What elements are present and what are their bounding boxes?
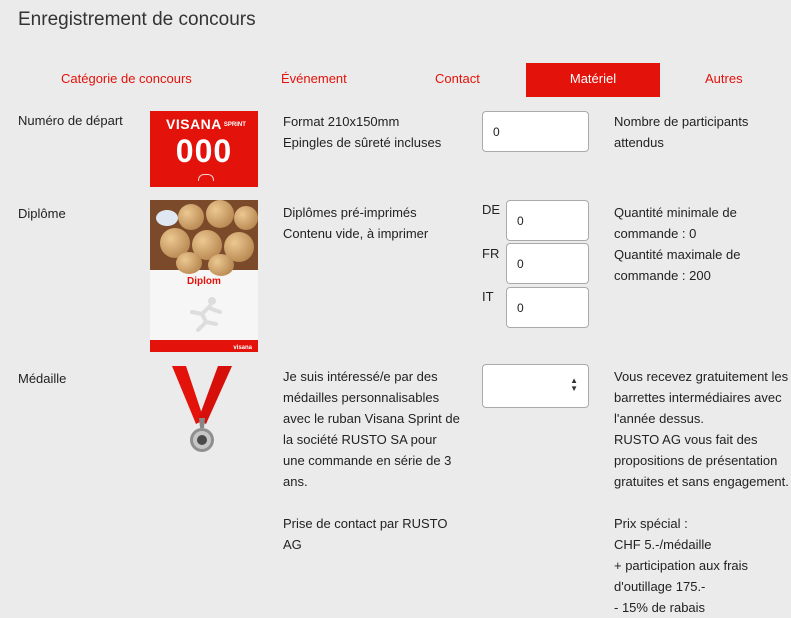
bib-footer-logo-icon bbox=[198, 174, 214, 181]
tab-materiel[interactable]: Matériel bbox=[526, 63, 660, 97]
medal-image bbox=[172, 366, 232, 452]
medal-note: Vous recevez gratuitement les barrettes … bbox=[614, 369, 789, 489]
start-number-description: Format 210x150mm Epingles de sûreté incl… bbox=[283, 114, 442, 150]
diploma-description: Diplômes pré-imprimés Contenu vide, à im… bbox=[283, 205, 429, 241]
diploma-word: Diplom bbox=[187, 276, 221, 287]
medals-photo bbox=[150, 200, 258, 276]
medal-price-note: Prix spécial : CHF 5.-/médaille + partic… bbox=[614, 516, 749, 615]
diploma-quantity-it-input[interactable] bbox=[506, 287, 589, 328]
sticker-icon bbox=[156, 210, 178, 226]
page-title: Enregistrement de concours bbox=[18, 9, 256, 30]
bib-number: 000 bbox=[175, 133, 233, 169]
diploma-footer-band: visana bbox=[150, 340, 258, 352]
tab-contact[interactable]: Contact bbox=[435, 63, 480, 97]
diploma-note: Quantité minimale de commande : 0 Quanti… bbox=[614, 205, 741, 283]
medal-label: Médaille bbox=[18, 371, 67, 386]
diploma-lang-it-label: IT bbox=[482, 289, 494, 304]
medal-description: Je suis intéressé/e par des médailles pe… bbox=[283, 369, 460, 489]
bib-brand-logo: VISANA SPRINT bbox=[166, 116, 246, 132]
tab-bar: Catégorie de concours Événement Contact … bbox=[0, 63, 791, 97]
select-arrows-icon: ▲ ▼ bbox=[570, 376, 578, 393]
diploma-lang-fr-label: FR bbox=[482, 246, 500, 261]
diploma-label: Diplôme bbox=[18, 206, 66, 221]
tab-evenement[interactable]: Événement bbox=[281, 63, 347, 97]
diploma-quantity-de-input[interactable] bbox=[506, 200, 589, 241]
diploma-lang-de-label: DE bbox=[482, 202, 501, 217]
diploma-quantity-fr-input[interactable] bbox=[506, 243, 589, 284]
medal-contact-note: Prise de contact par RUSTO AG bbox=[283, 516, 448, 552]
tab-categorie-de-concours[interactable]: Catégorie de concours bbox=[61, 63, 192, 97]
diploma-image: Diplom visana bbox=[150, 200, 258, 352]
tab-autres[interactable]: Autres bbox=[705, 63, 743, 97]
start-number-label: Numéro de départ bbox=[18, 113, 123, 128]
participants-quantity-input[interactable] bbox=[482, 111, 589, 152]
runner-icon bbox=[190, 297, 222, 332]
start-number-note: Nombre de participants attendus bbox=[614, 114, 749, 150]
medal-interest-select[interactable]: ▲ ▼ bbox=[482, 364, 589, 408]
start-number-bib-image: VISANA SPRINT 000 bbox=[150, 111, 258, 187]
